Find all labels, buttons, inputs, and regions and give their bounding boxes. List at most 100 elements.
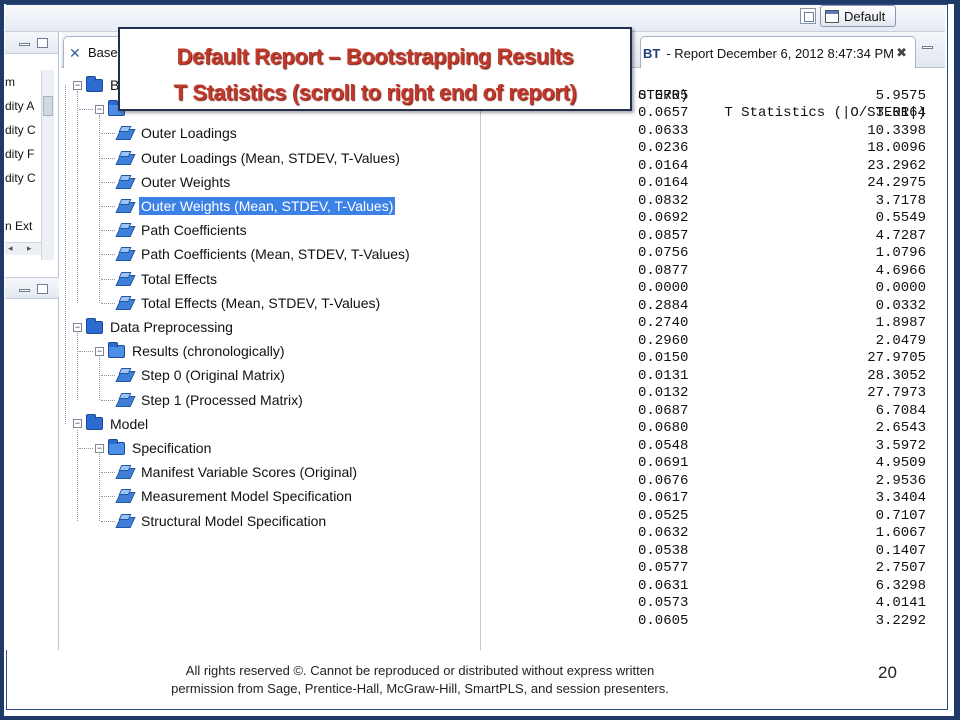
- tree-item[interactable]: − Results (chronologically): [95, 340, 287, 362]
- tab-report[interactable]: BT - Report December 6, 2012 8:47:34 PM ✖: [640, 36, 916, 68]
- report-icon: [117, 367, 133, 383]
- sterr-value: 0.0692: [638, 210, 689, 226]
- folder-icon: [86, 75, 103, 92]
- tree-connector: [99, 454, 100, 521]
- tree-item-label: Outer Weights (Mean, STDEV, T-Values): [139, 197, 396, 215]
- report-row: 0.0877 4.6966: [482, 263, 945, 281]
- minimize-icon[interactable]: [922, 46, 933, 49]
- left-pane-item[interactable]: dity C: [5, 166, 41, 190]
- tree-connector: [101, 206, 115, 207]
- tree-connector: [101, 375, 115, 377]
- sterr-value: 0.0631: [638, 577, 689, 594]
- t-statistic-value: 2.7507: [875, 560, 926, 576]
- scroll-thumb[interactable]: [43, 96, 53, 116]
- tree-connector: [101, 230, 115, 232]
- t-statistic-value: 23.2962: [867, 157, 926, 174]
- tree-item[interactable]: Outer Weights (Mean, STDEV, T-Values): [117, 195, 396, 217]
- report-row: 0.0832 3.7178: [482, 193, 945, 211]
- left-pane-item[interactable]: n Ext: [5, 214, 41, 238]
- tree-item[interactable]: − Model: [73, 413, 150, 435]
- collapse-icon[interactable]: −: [95, 346, 104, 356]
- tree-connector: [101, 496, 115, 498]
- report-row: 0.0525 0.7107: [482, 508, 945, 526]
- tree-connector: [101, 302, 115, 304]
- tree-item[interactable]: Measurement Model Specification: [117, 485, 354, 507]
- tree-connector: [79, 448, 93, 449]
- t-statistic-value: 0.5549: [875, 210, 926, 226]
- t-statistic-value: 6.7084: [875, 402, 926, 419]
- left-pane-item[interactable]: dity A: [5, 94, 41, 118]
- collapse-icon[interactable]: −: [73, 80, 82, 90]
- tree-item-label: Model: [110, 415, 149, 432]
- report-icon: [117, 392, 133, 408]
- sterr-value: 0.0132: [638, 385, 689, 401]
- left-pane-horizontal-scrollbar[interactable]: ◂ ▸: [5, 242, 41, 255]
- sterr-value: 0.0691: [638, 455, 689, 471]
- tab-base-model[interactable]: ✕ Base M: [63, 36, 125, 68]
- left-pane-item[interactable]: [5, 190, 41, 214]
- collapse-icon[interactable]: −: [73, 419, 82, 429]
- maximize-icon[interactable]: [37, 284, 48, 294]
- collapse-icon[interactable]: −: [95, 443, 104, 453]
- window-icon: [825, 9, 839, 23]
- close-tab-icon[interactable]: ✖: [896, 45, 907, 61]
- t-statistic-value: 0.7107: [875, 507, 926, 524]
- sterr-value: 0.0548: [638, 437, 689, 454]
- t-statistic-value: 3.0164: [875, 105, 926, 121]
- t-statistic-value: 18.0096: [867, 140, 926, 156]
- sterr-value: 0.0617: [638, 490, 689, 506]
- t-statistic-value: 0.0000: [875, 280, 926, 296]
- report-row: 0.0605 3.2292: [482, 613, 945, 631]
- tree-connector: [101, 278, 115, 280]
- folder-icon: [108, 341, 125, 358]
- t-statistic-value: 6.3298: [875, 577, 926, 594]
- tree-connector: [77, 333, 78, 400]
- scroll-right-icon[interactable]: ▸: [27, 243, 32, 254]
- maximize-icon[interactable]: [37, 38, 48, 48]
- tree-item[interactable]: Step 0 (Original Matrix): [117, 364, 287, 386]
- tree-item[interactable]: Outer Loadings (Mean, STDEV, T-Values): [117, 147, 402, 169]
- report-row: 0.0538 0.1407: [482, 543, 945, 561]
- tree-connector: [99, 357, 100, 400]
- tree-item[interactable]: Outer Weights: [117, 171, 232, 193]
- open-perspective-icon[interactable]: [800, 8, 816, 24]
- left-pane-item[interactable]: dity F: [5, 142, 41, 166]
- tree-item[interactable]: Outer Loadings: [117, 122, 239, 144]
- report-row: 0.0548 3.5972: [482, 438, 945, 456]
- tree-item[interactable]: Path Coefficients: [117, 219, 249, 241]
- sterr-value: 0.0832: [638, 192, 689, 209]
- report-row: 0.0150 27.9705: [482, 350, 945, 368]
- folder-icon: [86, 317, 103, 334]
- scroll-left-icon[interactable]: ◂: [8, 243, 13, 254]
- report-tab-title: - Report December 6, 2012 8:47:34 PM: [666, 46, 894, 61]
- default-perspective-button[interactable]: Default: [820, 5, 896, 27]
- callout-title-line2: T Statistics (scroll to right end of rep…: [173, 80, 577, 105]
- left-pane-item[interactable]: dity C: [5, 118, 41, 142]
- tree-item[interactable]: Manifest Variable Scores (Original): [117, 461, 359, 483]
- tree-item-label: Structural Model Specification: [141, 512, 327, 529]
- t-statistic-value: 1.0796: [875, 245, 926, 261]
- minimize-icon[interactable]: [19, 289, 30, 292]
- sterr-value: 0.0538: [638, 542, 689, 559]
- report-pane: BT - Report December 6, 2012 8:47:34 PM ✖…: [482, 32, 945, 650]
- tree-item[interactable]: Path Coefficients (Mean, STDEV, T-Values…: [117, 243, 412, 265]
- report-icon: [117, 295, 133, 311]
- collapse-icon[interactable]: −: [95, 104, 104, 114]
- left-pane-item[interactable]: m: [5, 70, 41, 94]
- tree-item[interactable]: Total Effects: [117, 268, 219, 290]
- minimize-icon[interactable]: [19, 43, 30, 46]
- folder-icon: [86, 414, 103, 431]
- report-row: 0.0131 28.3052: [482, 368, 945, 386]
- t-statistic-value: 10.3398: [867, 122, 926, 139]
- tree-item-label: Total Effects (Mean, STDEV, T-Values): [141, 294, 381, 311]
- tree-item[interactable]: Step 1 (Processed Matrix): [117, 389, 305, 411]
- tree-item[interactable]: − Specification: [95, 437, 213, 459]
- tree-item[interactable]: Structural Model Specification: [117, 510, 328, 532]
- collapse-icon[interactable]: −: [73, 322, 82, 332]
- tree-item[interactable]: Total Effects (Mean, STDEV, T-Values): [117, 292, 382, 314]
- report-row: 0.0680 2.6543: [482, 420, 945, 438]
- left-pane-vertical-scrollbar[interactable]: [41, 70, 54, 260]
- tree-item[interactable]: − B: [73, 74, 121, 96]
- tree-connector: [101, 181, 115, 183]
- tree-item[interactable]: − Data Preprocessing: [73, 316, 235, 338]
